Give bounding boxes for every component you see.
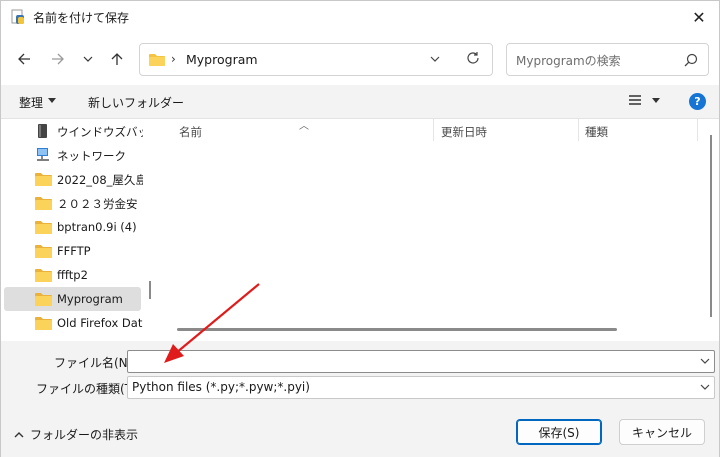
organize-button[interactable]: 整理 [19, 94, 43, 111]
caret-down-icon [48, 98, 56, 103]
search-placeholder: Myprogramの検索 [516, 54, 621, 68]
view-list-icon[interactable] [628, 94, 642, 106]
sidebar-item-selected[interactable]: Myprogram [4, 287, 141, 311]
file-name-label: ファイル名(N): [54, 356, 137, 370]
sidebar-item-label: ネットワーク [57, 149, 126, 163]
sidebar-item[interactable]: bptran0.9i (4) [4, 215, 141, 239]
back-button[interactable] [13, 49, 35, 69]
column-header-type[interactable]: 種類 [585, 124, 608, 140]
sidebar-item-label: Myprogram [57, 292, 123, 306]
breadcrumb-separator: › [171, 52, 176, 66]
file-type-value: Python files (*.py;*.pyw;*.pyi) [132, 380, 310, 394]
close-button[interactable]: ✕ [679, 1, 719, 33]
sidebar-item-label: Old Firefox Data [57, 316, 143, 330]
column-header-name[interactable]: 名前 [179, 124, 202, 140]
search-box[interactable]: Myprogramの検索 [506, 43, 709, 76]
python-app-icon [11, 9, 24, 24]
sidebar-item-label: bptran0.9i (4) [57, 220, 137, 234]
navigation-pane: ウインドウズバックアップ ネットワーク 2022_08_屋久島 ２０２３労金安 … [1, 119, 157, 341]
search-icon [684, 53, 698, 67]
chevron-down-icon[interactable] [700, 354, 710, 368]
sidebar-item[interactable]: ネットワーク [4, 143, 141, 167]
caret-down-icon[interactable] [652, 96, 660, 104]
help-icon[interactable]: ? [689, 93, 706, 110]
sidebar-item[interactable]: ２０２３労金安 [4, 191, 141, 215]
sidebar-item[interactable]: ffftp2 [4, 263, 141, 287]
chevron-down-icon [83, 56, 93, 62]
sidebar-item[interactable]: ウインドウズバックアップ [4, 119, 143, 143]
network-icon [37, 148, 49, 161]
sidebar-item-label: FFFTP [57, 244, 91, 258]
sidebar-item-label: 2022_08_屋久島 [57, 173, 143, 187]
sidebar-item-label: ウインドウズバックアップ [57, 125, 143, 139]
arrow-left-icon [18, 53, 30, 65]
forward-button[interactable] [47, 49, 69, 69]
file-type-select[interactable]: Python files (*.py;*.pyw;*.pyi) [127, 376, 715, 399]
save-button[interactable]: 保存(S) [516, 419, 602, 445]
address-bar[interactable]: › Myprogram [139, 43, 493, 76]
sidebar-item-label: ffftp2 [57, 268, 88, 282]
chevron-up-icon [14, 431, 24, 437]
horizontal-scrollbar[interactable] [177, 328, 617, 331]
dialog-title: 名前を付けて保存 [33, 11, 130, 25]
sidebar-item[interactable]: 2022_08_屋久島 [4, 167, 143, 191]
sort-ascending-icon: ︿ [299, 121, 309, 132]
folder-icon [149, 54, 165, 66]
vertical-scrollbar[interactable] [703, 119, 719, 341]
sidebar-item-label: ２０２３労金安 [57, 197, 138, 211]
file-type-label: ファイルの種類(T): [36, 382, 141, 396]
drive-icon [38, 124, 47, 138]
recent-locations-button[interactable] [77, 49, 99, 69]
close-icon: ✕ [692, 7, 706, 27]
folder-icon [35, 221, 52, 234]
footer-bar: フォルダーの非表示 保存(S) キャンセル [1, 405, 719, 457]
hide-folders-label: フォルダーの非表示 [30, 428, 139, 442]
folder-icon [35, 197, 52, 210]
arrow-up-icon [111, 53, 123, 65]
file-list: ︿ 名前 更新日時 種類 [157, 119, 703, 341]
chevron-down-icon[interactable] [700, 380, 710, 394]
cancel-button[interactable]: キャンセル [619, 419, 705, 445]
folder-icon [35, 293, 52, 306]
column-divider[interactable] [697, 119, 698, 141]
breadcrumb-current[interactable]: Myprogram [186, 52, 258, 67]
folder-icon [35, 245, 52, 258]
up-button[interactable] [106, 49, 128, 69]
hide-folders-button[interactable]: フォルダーの非表示 [14, 426, 138, 443]
nav-scrollbar[interactable] [149, 281, 151, 299]
command-bar: 整理 新しいフォルダー ? [1, 85, 719, 119]
folder-icon [35, 173, 52, 186]
sidebar-item[interactable]: FFFTP [4, 239, 141, 263]
arrow-right-icon [52, 53, 64, 65]
title-bar: 名前を付けて保存 ✕ [1, 1, 719, 33]
new-folder-button[interactable]: 新しいフォルダー [88, 94, 184, 111]
folder-icon [35, 317, 52, 330]
file-name-field[interactable] [127, 350, 715, 373]
folder-icon [35, 269, 52, 282]
column-header-modified[interactable]: 更新日時 [441, 124, 487, 140]
refresh-icon[interactable] [466, 50, 480, 66]
chevron-down-icon[interactable] [430, 52, 440, 66]
sidebar-item[interactable]: Old Firefox Data [4, 311, 143, 335]
address-row: › Myprogram Myprogramの検索 [1, 33, 719, 85]
vertical-scrollbar-thumb[interactable] [710, 135, 712, 317]
column-divider[interactable] [578, 119, 579, 141]
save-as-dialog: 名前を付けて保存 ✕ › Myprogram Myprogramの検索 整理 新… [0, 0, 720, 457]
column-divider[interactable] [433, 119, 434, 141]
